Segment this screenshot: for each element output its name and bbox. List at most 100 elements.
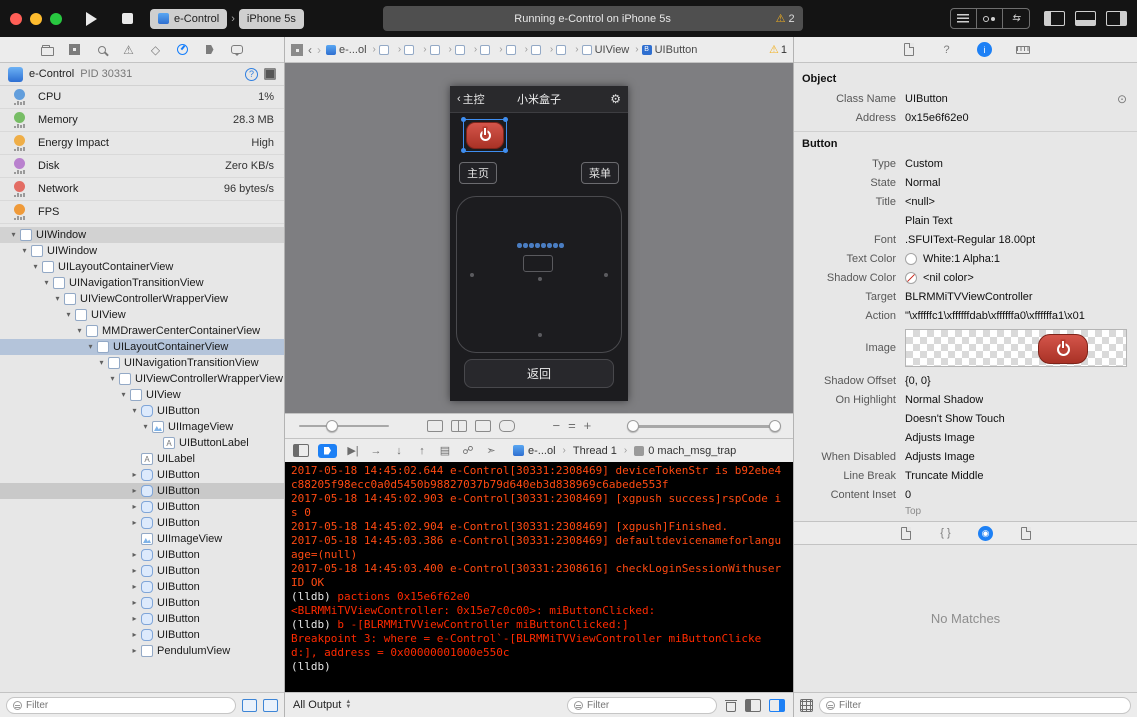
- tree-row[interactable]: UIButton: [0, 627, 284, 643]
- disclosure-triangle[interactable]: [129, 403, 140, 419]
- jump-bar-segment[interactable]: ›: [379, 44, 404, 55]
- disclosure-triangle[interactable]: [129, 643, 140, 659]
- disclosure-triangle[interactable]: [129, 595, 140, 611]
- tree-row[interactable]: UIWindow: [0, 243, 284, 259]
- run-button[interactable]: [78, 8, 104, 30]
- visible-range-slider[interactable]: [629, 425, 779, 428]
- tree-row[interactable]: UILayoutContainerView: [0, 259, 284, 275]
- disclosure-triangle[interactable]: [129, 563, 140, 579]
- debug-thread-segment[interactable]: Thread 1: [573, 445, 617, 457]
- tree-row[interactable]: UILabel: [0, 451, 284, 467]
- disclosure-triangle[interactable]: [41, 275, 52, 291]
- spacing-slider[interactable]: [299, 425, 389, 427]
- disclosure-triangle[interactable]: [140, 419, 151, 435]
- disclosure-triangle[interactable]: [96, 355, 107, 371]
- memory-chip-icon[interactable]: [264, 68, 276, 80]
- gauge-row[interactable]: CPU 1%: [0, 86, 284, 109]
- disclosure-triangle[interactable]: [129, 627, 140, 643]
- show-constraints-icon[interactable]: [263, 699, 278, 712]
- tree-row[interactable]: UIButton: [0, 467, 284, 483]
- breakpoint-navigator-icon[interactable]: [202, 42, 218, 58]
- wireframe-content-mode-icon[interactable]: [451, 420, 467, 432]
- jump-bar-segment[interactable]: UIView ›: [582, 44, 642, 56]
- minimize-window-button[interactable]: [30, 13, 42, 25]
- tree-row[interactable]: UIButton: [0, 547, 284, 563]
- disclosure-triangle[interactable]: [107, 371, 118, 387]
- zoom-out-icon[interactable]: −: [552, 420, 560, 432]
- gauge-row[interactable]: Network 96 bytes/s: [0, 178, 284, 201]
- debug-navigator-icon[interactable]: [175, 42, 191, 58]
- view-debugger-canvas[interactable]: ‹ 主控 小米盒子 ⚙ 主页 菜单: [285, 63, 793, 413]
- toggle-console-view-icon[interactable]: [769, 699, 785, 712]
- quick-help-inspector-icon[interactable]: ?: [939, 42, 955, 58]
- search-navigator-icon[interactable]: [94, 42, 110, 58]
- tree-row[interactable]: UIButton: [0, 579, 284, 595]
- jump-bar-segment[interactable]: UIButton ›: [642, 44, 698, 56]
- tree-row[interactable]: UIView: [0, 387, 284, 403]
- issue-navigator-icon[interactable]: ⚠: [121, 42, 137, 58]
- console-output[interactable]: 2017-05-18 14:45:02.644 e-Control[30331:…: [285, 462, 793, 692]
- disclosure-triangle[interactable]: [129, 579, 140, 595]
- scheme-device-chip[interactable]: iPhone 5s: [239, 9, 304, 29]
- jump-bar-segment[interactable]: ›: [531, 44, 556, 55]
- object-inspector-icon[interactable]: i: [977, 42, 993, 58]
- close-window-button[interactable]: [10, 13, 22, 25]
- step-over-icon[interactable]: →: [369, 443, 383, 459]
- disclosure-triangle[interactable]: [63, 307, 74, 323]
- gauge-row[interactable]: Memory 28.3 MB: [0, 109, 284, 132]
- gauge-row[interactable]: FPS: [0, 201, 284, 224]
- console-output-selector[interactable]: All Output ▲▼: [293, 699, 351, 711]
- tree-row[interactable]: UIButton: [0, 563, 284, 579]
- simulate-location-icon[interactable]: ➣: [484, 443, 498, 459]
- tree-row[interactable]: UIButton: [0, 499, 284, 515]
- clip-content-icon[interactable]: [499, 420, 515, 432]
- return-button[interactable]: 返回: [464, 359, 614, 388]
- process-info-icon[interactable]: ?: [245, 68, 258, 81]
- standard-editor-icon[interactable]: [951, 9, 977, 28]
- console-filter-field[interactable]: [567, 697, 717, 714]
- continue-icon[interactable]: ▶|: [346, 443, 360, 459]
- project-navigator-icon[interactable]: [40, 42, 56, 58]
- tree-row[interactable]: UIImageView: [0, 531, 284, 547]
- settings-gear-icon[interactable]: ⚙: [610, 92, 621, 106]
- console-filter-input[interactable]: [587, 700, 710, 711]
- jump-bar-segment[interactable]: ›: [556, 44, 581, 55]
- memory-graph-icon[interactable]: ☍: [461, 443, 475, 459]
- library-filter-field[interactable]: [819, 697, 1131, 714]
- disclosure-triangle[interactable]: [118, 387, 129, 403]
- tree-row[interactable]: UIButton: [0, 403, 284, 419]
- related-items-icon[interactable]: [291, 44, 303, 56]
- tree-row[interactable]: UIButton: [0, 595, 284, 611]
- zoom-in-icon[interactable]: +: [584, 420, 592, 432]
- power-button[interactable]: [466, 122, 504, 149]
- debug-process-segment[interactable]: e-...ol: [528, 445, 556, 457]
- tree-row[interactable]: UIButton: [0, 515, 284, 531]
- tree-row[interactable]: MMDrawerCenterContainerView: [0, 323, 284, 339]
- gauge-row[interactable]: Disk Zero KB/s: [0, 155, 284, 178]
- fullscreen-window-button[interactable]: [50, 13, 62, 25]
- toggle-debug-area-icon[interactable]: [1075, 11, 1096, 26]
- debug-frame-segment[interactable]: 0 mach_msg_trap: [648, 445, 736, 457]
- show-clipped-views-icon[interactable]: [242, 699, 257, 712]
- disclosure-triangle[interactable]: [85, 339, 96, 355]
- navigator-filter-field[interactable]: [6, 697, 236, 714]
- wireframe-mode-icon[interactable]: [427, 420, 443, 432]
- size-inspector-icon[interactable]: [1015, 42, 1031, 58]
- gauge-row[interactable]: Energy Impact High: [0, 132, 284, 155]
- scheme-selector[interactable]: e-Control › iPhone 5s: [150, 9, 304, 29]
- jump-bar-segment[interactable]: ›: [455, 44, 480, 55]
- color-swatch[interactable]: [905, 272, 917, 284]
- tree-row[interactable]: UIImageView: [0, 419, 284, 435]
- version-editor-icon[interactable]: ⇆: [1003, 9, 1029, 28]
- tree-row[interactable]: UIWindow: [0, 227, 284, 243]
- navigator-filter-input[interactable]: [26, 700, 229, 711]
- scope-icon[interactable]: ⊙: [1117, 92, 1127, 106]
- forward-arrow-icon[interactable]: ›: [317, 43, 321, 57]
- jump-bar-segment[interactable]: ›: [506, 44, 531, 55]
- step-into-icon[interactable]: ↓: [392, 443, 406, 459]
- test-navigator-icon[interactable]: ◇: [148, 42, 164, 58]
- app-back-button[interactable]: ‹ 主控: [457, 91, 485, 107]
- media-library-icon[interactable]: [1018, 525, 1034, 541]
- menu-button[interactable]: 菜单: [581, 162, 619, 184]
- disclosure-triangle[interactable]: [52, 291, 63, 307]
